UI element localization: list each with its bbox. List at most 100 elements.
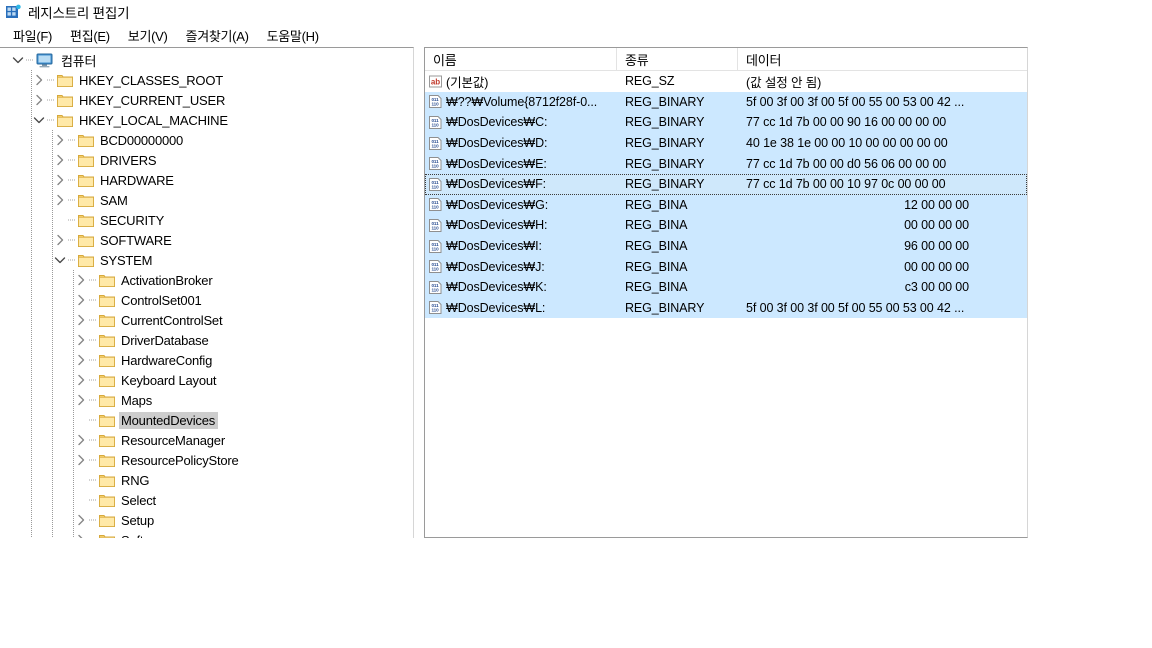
tree-item-label: Select	[121, 492, 156, 508]
table-row[interactable]: 011 110 ₩DosDevices₩L: REG_BINARY 5f 00 3f 0…	[425, 297, 1027, 319]
table-row[interactable]: 011 110 ₩DosDevices₩G: REG_BINA 12 00 00 00	[425, 194, 1027, 216]
tree-item-sam[interactable]: SAM	[0, 190, 413, 210]
tree-twisty-placeholder	[73, 472, 89, 488]
tree-item-setup[interactable]: Setup	[0, 510, 413, 530]
table-row[interactable]: ab (기본값) REG_SZ (값 설정 안 됨)	[425, 71, 1027, 92]
tree-item-rng[interactable]: RNG	[0, 470, 413, 490]
chevron-right-icon[interactable]	[31, 92, 47, 108]
menu-view[interactable]: 보기(V)	[119, 24, 177, 47]
chevron-right-icon[interactable]	[73, 392, 89, 408]
table-row[interactable]: 011 110 ₩??₩Volume{8712f28f-0... REG_BINARY…	[425, 91, 1027, 113]
tree-item-label: HKEY_CLASSES_ROOT	[79, 72, 223, 88]
table-row[interactable]: 011 110 ₩DosDevices₩C: REG_BINARY 77 cc 1d 7…	[425, 112, 1027, 133]
value-name-text: (기본값)	[446, 75, 489, 90]
value-type-cell: REG_BINARY	[625, 300, 705, 315]
tree-item-drivers[interactable]: DRIVERS	[0, 150, 413, 170]
table-row[interactable]: 011 110 ₩DosDevices₩H: REG_BINA 00 00 00 00	[425, 215, 1027, 236]
tree-item-bcd00000000[interactable]: BCD00000000	[0, 130, 413, 150]
table-row[interactable]: 011 110 ₩DosDevices₩D: REG_BINARY 40 1e 38 1…	[425, 132, 1027, 154]
chevron-right-icon[interactable]	[52, 152, 68, 168]
table-row[interactable]: 011 110 ₩DosDevices₩J: REG_BINA 00 00 00 00	[425, 256, 1027, 277]
tree-item-label: DriverDatabase	[121, 332, 209, 348]
tree-twisty-placeholder	[73, 412, 89, 428]
tree-item-software[interactable]: SOFTWARE	[0, 230, 413, 250]
tree-connector	[47, 112, 57, 128]
tree-item-resourcepolicystore[interactable]: ResourcePolicyStore	[0, 450, 413, 470]
chevron-down-icon[interactable]	[52, 252, 68, 268]
tree-item-currentcontrolset[interactable]: CurrentControlSet	[0, 310, 413, 330]
registry-values-pane[interactable]: 이름 종류 데이터 ab (기본값) REG_SZ (값 설정 안 됨) 011 110 ₩…	[424, 47, 1028, 538]
chevron-right-icon[interactable]	[73, 452, 89, 468]
chevron-right-icon[interactable]	[52, 132, 68, 148]
chevron-right-icon[interactable]	[73, 332, 89, 348]
table-row[interactable]: 011 110 ₩DosDevices₩E: REG_BINARY 77 cc 1d 7…	[425, 153, 1027, 174]
value-data-cell: 77 cc 1d 7b 00 00 10 97 0c 00 00 00	[746, 177, 946, 192]
tree-item-label: SYSTEM	[100, 252, 153, 268]
tree-item-resourcemanager[interactable]: ResourceManager	[0, 430, 413, 450]
value-type-cell: REG_BINARY	[625, 177, 705, 192]
folder-icon	[99, 513, 115, 527]
tree-connector	[89, 312, 99, 328]
tree-item-select[interactable]: Select	[0, 490, 413, 510]
tree-item-hardwareconfig[interactable]: HardwareConfig	[0, 350, 413, 370]
chevron-right-icon[interactable]	[73, 292, 89, 308]
binary-value-icon: 011 110	[428, 115, 443, 130]
tree-item-label: HARDWARE	[100, 172, 174, 188]
table-row[interactable]: 011 110 ₩DosDevices₩K: REG_BINA c3 00 00 00	[425, 276, 1027, 298]
value-name-text: ₩DosDevices₩C:	[446, 115, 548, 130]
tree-item-software[interactable]: Software	[0, 530, 413, 538]
binary-value-icon: 011 110	[428, 300, 443, 315]
chevron-right-icon[interactable]	[73, 312, 89, 328]
table-row[interactable]: 011 110 ₩DosDevices₩I: REG_BINA 96 00 00 00	[425, 235, 1027, 257]
tree-item-driverdatabase[interactable]: DriverDatabase	[0, 330, 413, 350]
menu-bar: 파일(F) 편집(E) 보기(V) 즐겨찾기(A) 도움말(H)	[0, 24, 1136, 47]
tree-item-hkey-local-machine[interactable]: HKEY_LOCAL_MACHINE	[0, 110, 413, 130]
chevron-right-icon[interactable]	[73, 272, 89, 288]
tree-connector	[89, 272, 99, 288]
registry-tree-pane[interactable]: 컴퓨터 HKEY_CLASSES_ROOT HKEY_CURRENT_USER HKE…	[0, 47, 414, 538]
chevron-right-icon[interactable]	[73, 432, 89, 448]
tree-item-system[interactable]: SYSTEM	[0, 250, 413, 270]
chevron-right-icon[interactable]	[52, 192, 68, 208]
tree-connector	[68, 172, 78, 188]
chevron-down-icon[interactable]	[10, 52, 26, 68]
tree-item-maps[interactable]: Maps	[0, 390, 413, 410]
chevron-right-icon[interactable]	[52, 172, 68, 188]
tree-item-label: DRIVERS	[100, 152, 157, 168]
chevron-right-icon[interactable]	[73, 532, 89, 538]
value-name-text: ₩DosDevices₩E:	[446, 156, 547, 171]
chevron-right-icon[interactable]	[52, 232, 68, 248]
tree-item--[interactable]: 컴퓨터	[0, 50, 413, 70]
svg-text:110: 110	[431, 267, 439, 272]
value-type-cell: REG_BINARY	[625, 156, 705, 171]
value-data-cell: 12 00 00 00	[904, 197, 969, 212]
column-header-type[interactable]: 종류	[617, 48, 738, 70]
tree-item-hardware[interactable]: HARDWARE	[0, 170, 413, 190]
tree-item-keyboard-layout[interactable]: Keyboard Layout	[0, 370, 413, 390]
chevron-down-icon[interactable]	[31, 112, 47, 128]
chevron-right-icon[interactable]	[73, 512, 89, 528]
value-name-cell: 011 110 ₩DosDevices₩K:	[425, 280, 617, 295]
tree-item-controlset001[interactable]: ControlSet001	[0, 290, 413, 310]
tree-item-activationbroker[interactable]: ActivationBroker	[0, 270, 413, 290]
value-type-cell: REG_BINA	[625, 218, 688, 233]
chevron-right-icon[interactable]	[31, 72, 47, 88]
menu-favorites[interactable]: 즐겨찾기(A)	[177, 24, 258, 47]
tree-item-hkey-classes-root[interactable]: HKEY_CLASSES_ROOT	[0, 70, 413, 90]
tree-twisty-placeholder	[73, 492, 89, 508]
column-header-name[interactable]: 이름	[425, 48, 617, 70]
svg-text:110: 110	[431, 164, 439, 169]
column-header-data[interactable]: 데이터	[738, 48, 1027, 70]
tree-item-security[interactable]: SECURITY	[0, 210, 413, 230]
tree-connector	[89, 472, 99, 488]
tree-twisty-placeholder	[52, 212, 68, 228]
menu-file[interactable]: 파일(F)	[4, 24, 61, 47]
menu-help[interactable]: 도움말(H)	[258, 24, 328, 47]
chevron-right-icon[interactable]	[73, 352, 89, 368]
tree-item-hkey-current-user[interactable]: HKEY_CURRENT_USER	[0, 90, 413, 110]
chevron-right-icon[interactable]	[73, 372, 89, 388]
tree-item-mounteddevices[interactable]: MountedDevices	[0, 410, 413, 430]
table-row[interactable]: 011 110 ₩DosDevices₩F: REG_BINARY 77 cc 1d 7…	[425, 173, 1027, 195]
menu-edit[interactable]: 편집(E)	[61, 24, 119, 47]
value-name-text: ₩??₩Volume{8712f28f-0...	[446, 94, 598, 109]
